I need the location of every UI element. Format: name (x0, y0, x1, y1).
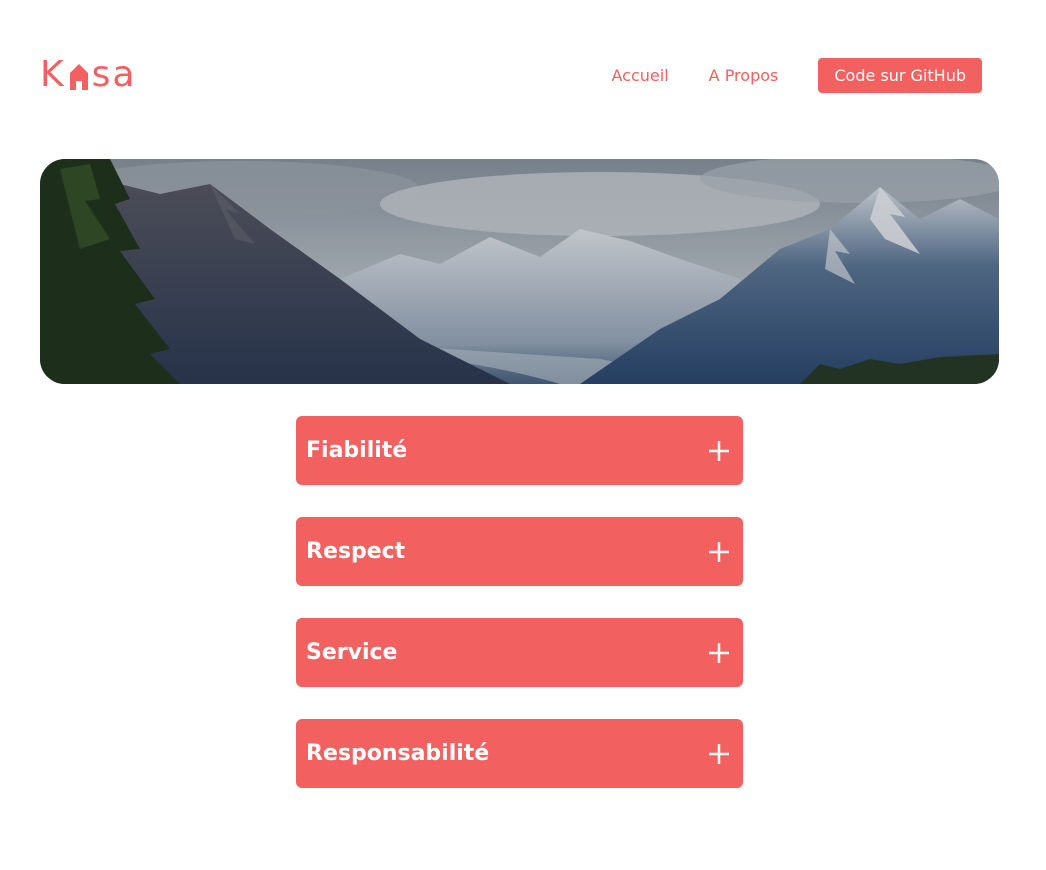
logo-text: K sa (40, 55, 136, 95)
collapse-title: Responsabilité (306, 741, 490, 766)
github-button[interactable]: Code sur GitHub (818, 58, 982, 93)
mountain-landscape-image (40, 159, 999, 384)
plus-icon[interactable] (707, 742, 731, 766)
nav-link-home[interactable]: Accueil (612, 66, 669, 85)
collapse-respect[interactable]: Respect (296, 517, 743, 586)
collapse-responsabilite[interactable]: Responsabilité (296, 719, 743, 788)
site-header: K sa Accueil A Propos Code sur GitHub (40, 50, 982, 100)
collapse-title: Fiabilité (306, 438, 408, 463)
collapse-title: Respect (306, 539, 406, 564)
collapse-title: Service (306, 640, 398, 665)
house-icon (69, 64, 88, 90)
values-list: Fiabilité Respect Service Responsabilité (296, 416, 743, 820)
plus-icon[interactable] (707, 439, 731, 463)
plus-icon[interactable] (707, 641, 731, 665)
collapse-service[interactable]: Service (296, 618, 743, 687)
banner-image (40, 159, 999, 384)
main-nav: Accueil A Propos Code sur GitHub (612, 58, 982, 93)
logo[interactable]: K sa (40, 55, 136, 95)
logo-letter-k: K (40, 54, 66, 95)
logo-letters-sa: sa (91, 54, 137, 95)
nav-link-about[interactable]: A Propos (709, 66, 779, 85)
plus-icon[interactable] (707, 540, 731, 564)
collapse-fiabilite[interactable]: Fiabilité (296, 416, 743, 485)
page: K sa Accueil A Propos Code sur GitHub Fi… (0, 0, 1046, 870)
